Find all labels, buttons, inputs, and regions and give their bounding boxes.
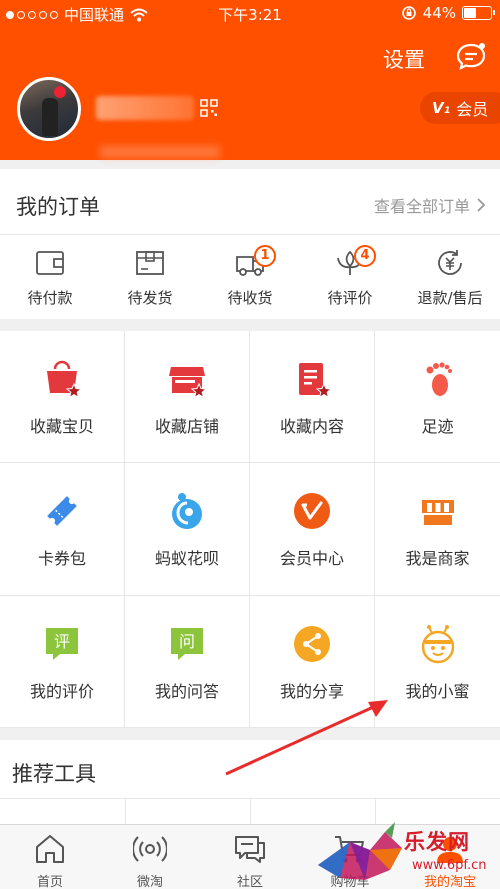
- shop-icon: [421, 500, 454, 526]
- profile-header: 中国联通 下午3:21 44% 设置 V₁ 会员: [0, 0, 500, 160]
- footprint-icon: [426, 362, 452, 396]
- review-icon: 评: [46, 627, 78, 660]
- header-blur-decoration: [100, 146, 220, 158]
- watermark-brand: 乐发网: [404, 829, 470, 854]
- tab-label: 我的淘宝: [423, 875, 476, 889]
- refund-icon: [438, 250, 462, 275]
- bag-star-icon: [47, 360, 82, 399]
- rotation-lock-icon: [401, 6, 416, 20]
- review-icon-glyph: 评: [54, 632, 70, 651]
- tab-cart[interactable]: 购物车: [300, 825, 400, 889]
- wallet-icon: [36, 251, 64, 275]
- username-blurred: [96, 96, 194, 120]
- grid-item-label: 我的小蜜: [405, 681, 470, 701]
- feature-grid: 收藏宝贝 收藏店铺 收藏内容 足迹 卡券包 蚂蚁花呗 会员中心 我是商家 评 我…: [0, 331, 500, 728]
- tab-home[interactable]: 首页: [0, 825, 100, 889]
- pending-review-count-badge: 4: [354, 245, 376, 267]
- order-refund-aftersale[interactable]: 退款/售后: [400, 235, 500, 319]
- grid-item-label: 收藏内容: [279, 417, 344, 436]
- battery-icon: [462, 6, 495, 20]
- orders-header[interactable]: 我的订单 查看全部订单: [0, 169, 500, 235]
- my-orders-card: 我的订单 查看全部订单 待付款 待发货 1 待收货 4 待评价 退款/售后: [0, 169, 500, 319]
- tab-label: 社区: [236, 875, 263, 889]
- grid-item-my-shares[interactable]: 我的分享: [250, 595, 375, 728]
- member-badge-button[interactable]: V₁ 会员: [420, 92, 500, 124]
- chevron-right-icon: [477, 198, 486, 212]
- tab-label: 购物车: [330, 875, 370, 889]
- box-icon: [136, 251, 164, 275]
- grid-item-label: 收藏店铺: [154, 417, 219, 436]
- grid-item-my-assistant[interactable]: 我的小蜜: [375, 596, 500, 728]
- ticket-icon: [47, 496, 77, 527]
- grid-item-label: 我的评价: [29, 681, 94, 701]
- grid-item-my-qa[interactable]: 问 我的问答: [125, 595, 250, 728]
- cart-icon: [335, 836, 364, 863]
- tab-label: 首页: [36, 875, 63, 889]
- view-all-orders-link[interactable]: 查看全部订单: [374, 193, 486, 217]
- tab-weitao[interactable]: 微淘: [100, 825, 200, 889]
- grid-item-label: 我的分享: [279, 681, 344, 701]
- order-label: 待付款: [27, 289, 73, 307]
- order-label: 待收货: [227, 289, 273, 307]
- grid-item-label: 收藏宝贝: [29, 417, 94, 436]
- document-star-icon: [299, 363, 332, 399]
- recommended-tools-title: 推荐工具: [12, 762, 96, 786]
- order-label: 待发货: [127, 289, 173, 307]
- qa-icon: 问: [171, 627, 203, 660]
- grid-item-footprints[interactable]: 足迹: [375, 331, 500, 464]
- message-icon[interactable]: [455, 40, 487, 72]
- store-star-icon: [169, 367, 207, 399]
- grid-item-favorite-stores[interactable]: 收藏店铺: [125, 331, 250, 464]
- orders-title: 我的订单: [16, 195, 100, 219]
- avatar[interactable]: [17, 77, 81, 141]
- member-v-icon: [294, 493, 330, 530]
- grid-item-coupon-wallet[interactable]: 卡券包: [0, 463, 125, 596]
- grid-item-ant-huabei[interactable]: 蚂蚁花呗: [125, 463, 250, 596]
- grid-item-label: 卡券包: [37, 549, 86, 569]
- share-icon: [294, 625, 330, 662]
- qr-code-icon[interactable]: [200, 99, 218, 117]
- order-label: 待评价: [327, 289, 373, 307]
- member-label: 会员: [456, 100, 489, 119]
- grid-item-label: 会员中心: [279, 549, 344, 569]
- recommended-tools-section: 推荐工具: [0, 740, 500, 825]
- huabei-icon: [172, 493, 202, 530]
- pending-receipt-count-badge: 1: [254, 245, 276, 267]
- grid-item-member-center[interactable]: 会员中心: [250, 463, 375, 596]
- battery-percent: 44%: [422, 4, 456, 22]
- view-all-orders-label: 查看全部订单: [373, 197, 470, 216]
- grid-item-merchant[interactable]: 我是商家: [375, 463, 500, 596]
- grid-item-favorite-items[interactable]: 收藏宝贝: [0, 331, 125, 464]
- order-pending-shipment[interactable]: 待发货: [100, 235, 200, 319]
- broadcast-icon: [133, 836, 167, 862]
- home-icon: [36, 835, 64, 863]
- grid-item-my-reviews[interactable]: 评 我的评价: [0, 595, 125, 728]
- watermark-url: www.6pf.cn: [412, 858, 487, 873]
- tab-community[interactable]: 社区: [200, 825, 300, 889]
- chat-icon: [235, 836, 265, 863]
- settings-button[interactable]: 设置: [383, 44, 425, 74]
- grid-item-label: 我是商家: [405, 549, 470, 569]
- order-pending-review[interactable]: 4 待评价: [300, 235, 400, 319]
- recommended-tools-grid: [0, 798, 500, 825]
- grid-item-label: 我的问答: [154, 681, 219, 701]
- status-bar: 中国联通 下午3:21 44%: [0, 0, 500, 28]
- vip-v-icon: V₁: [432, 99, 451, 117]
- order-label: 退款/售后: [417, 289, 483, 307]
- grid-item-label: 蚂蚁花呗: [154, 549, 219, 569]
- bee-icon: [421, 624, 454, 663]
- qa-icon-glyph: 问: [179, 632, 195, 651]
- grid-item-label: 足迹: [421, 417, 454, 436]
- order-pending-receipt[interactable]: 1 待收货: [200, 235, 300, 319]
- order-pending-payment[interactable]: 待付款: [0, 235, 100, 319]
- tab-label: 微淘: [136, 875, 163, 889]
- grid-item-favorite-content[interactable]: 收藏内容: [250, 331, 375, 464]
